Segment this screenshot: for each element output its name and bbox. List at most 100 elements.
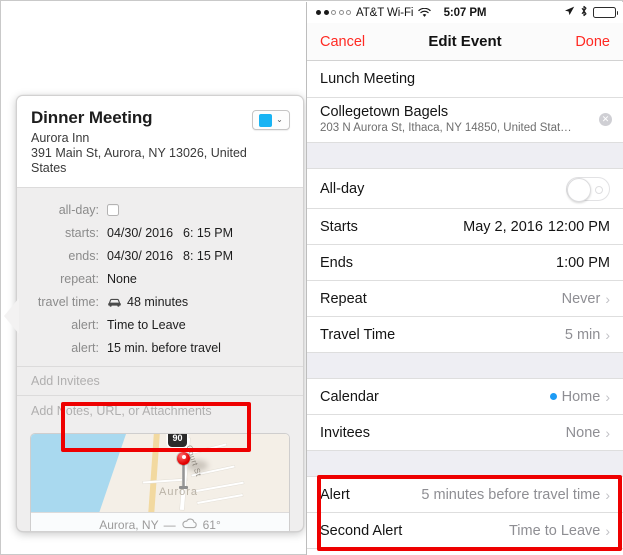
chevron-down-icon: ⌄	[276, 116, 283, 124]
field-row-ends[interactable]: ends: 04/30/ 2016 8: 15 PM	[17, 244, 303, 267]
map-footer: Aurora, NY — 61°	[31, 512, 289, 532]
map-canvas[interactable]: 90 Court St Aurora	[31, 434, 289, 512]
calendar-value-wrap[interactable]: Home ›	[550, 389, 610, 405]
ends-label: Ends	[320, 255, 353, 271]
invitees-value-wrap[interactable]: None ›	[566, 425, 610, 441]
field-label-alert-2: alert:	[31, 341, 107, 355]
event-title-value[interactable]: Lunch Meeting	[320, 71, 415, 87]
field-label-all-day: all-day:	[31, 203, 107, 217]
toggle-off-ring-icon	[595, 186, 603, 194]
repeat-label: Repeat	[320, 291, 367, 307]
clear-icon[interactable]: ✕	[599, 113, 612, 126]
second-alert-value[interactable]: Time to Leave	[509, 523, 600, 539]
event-fields: all-day: starts: 04/30/ 2016 6: 15 PM en…	[17, 188, 303, 366]
map-water-icon	[31, 434, 126, 512]
starts-date-value[interactable]: May 2, 2016	[463, 219, 543, 235]
repeat-value[interactable]: Never	[562, 291, 601, 307]
event-title[interactable]: Dinner Meeting	[31, 108, 289, 128]
alert-value-wrap[interactable]: 5 minutes before travel time ›	[421, 487, 610, 503]
chevron-right-icon: ›	[605, 390, 610, 404]
all-day-checkbox-wrap[interactable]	[107, 204, 119, 216]
all-day-label: All-day	[320, 181, 364, 197]
alert-value[interactable]: 5 minutes before travel time	[421, 487, 600, 503]
ends-value[interactable]: 1:00 PM	[556, 255, 610, 271]
section-gap	[307, 353, 623, 379]
alert-2-value[interactable]: 15 min. before travel	[107, 341, 221, 355]
chevron-right-icon: ›	[605, 292, 610, 306]
ends-date[interactable]: 04/30/ 2016	[107, 249, 183, 263]
travel-time-value-wrap[interactable]: 48 minutes	[107, 295, 188, 309]
ios-status-bar: AT&T Wi-Fi 5:07 PM	[307, 2, 623, 23]
location-arrow-icon	[564, 6, 575, 19]
repeat-row[interactable]: Repeat Never ›	[307, 281, 623, 317]
location-name-value[interactable]: Collegetown Bagels	[320, 103, 610, 121]
starts-time[interactable]: 6: 15 PM	[183, 226, 233, 240]
map-footer-temp: 61°	[203, 518, 221, 532]
event-location-input[interactable]: Collegetown Bagels 203 N Aurora St, Itha…	[307, 98, 623, 143]
ends-time-value[interactable]: 1:00 PM	[556, 255, 610, 271]
chevron-right-icon: ›	[605, 524, 610, 538]
map-pin-foot	[179, 486, 188, 489]
all-day-row[interactable]: All-day	[307, 169, 623, 209]
event-inspector-popover[interactable]: Dinner Meeting Aurora Inn 391 Main St, A…	[16, 95, 304, 532]
alert-label: Alert	[320, 487, 350, 503]
invitees-row[interactable]: Invitees None ›	[307, 415, 623, 451]
starts-time-value[interactable]: 12:00 PM	[548, 219, 610, 235]
battery-icon	[593, 7, 616, 18]
ends-row[interactable]: Ends 1:00 PM	[307, 245, 623, 281]
calendar-row[interactable]: Calendar Home ›	[307, 379, 623, 415]
travel-time-label: Travel Time	[320, 327, 395, 343]
status-bar-right-icons	[564, 5, 616, 20]
calendar-value[interactable]: Home	[562, 389, 601, 405]
starts-date[interactable]: 04/30/ 2016	[107, 226, 183, 240]
field-row-repeat[interactable]: repeat: None	[17, 267, 303, 290]
event-map[interactable]: 90 Court St Aurora Aurora, NY —	[30, 433, 290, 532]
all-day-toggle[interactable]	[566, 177, 610, 201]
field-row-travel-time[interactable]: travel time: 48 minutes	[17, 290, 303, 313]
field-row-alert-1[interactable]: alert: Time to Leave	[17, 313, 303, 336]
second-alert-value-wrap[interactable]: Time to Leave ›	[509, 523, 610, 539]
invitees-label: Invitees	[320, 425, 370, 441]
location-address-value[interactable]: 203 N Aurora St, Ithaca, NY 14850, Unite…	[320, 121, 610, 136]
chevron-right-icon: ›	[605, 426, 610, 440]
travel-time-value[interactable]: 48 minutes	[127, 295, 188, 309]
second-alert-row[interactable]: Second Alert Time to Leave ›	[307, 513, 623, 549]
map-highway-icon	[148, 434, 160, 512]
repeat-value[interactable]: None	[107, 272, 137, 286]
alert-row[interactable]: Alert 5 minutes before travel time ›	[307, 477, 623, 513]
done-button[interactable]: Done	[575, 34, 610, 50]
field-row-alert-2[interactable]: alert: 15 min. before travel	[17, 336, 303, 359]
travel-time-row[interactable]: Travel Time 5 min ›	[307, 317, 623, 353]
travel-time-value-wrap[interactable]: 5 min ›	[565, 327, 610, 343]
invitees-value[interactable]: None	[566, 425, 601, 441]
add-invitees-field[interactable]: Add Invitees	[17, 367, 303, 396]
repeat-value-wrap[interactable]: Never ›	[562, 291, 610, 307]
list-bottom-filler	[307, 549, 623, 555]
field-label-ends: ends:	[31, 249, 107, 263]
ends-time[interactable]: 8: 15 PM	[183, 249, 233, 263]
field-row-starts[interactable]: starts: 04/30/ 2016 6: 15 PM	[17, 221, 303, 244]
ends-value[interactable]: 04/30/ 2016 8: 15 PM	[107, 249, 233, 263]
starts-row[interactable]: Starts May 2, 2016 12:00 PM	[307, 209, 623, 245]
screenshot-root: Dinner Meeting Aurora Inn 391 Main St, A…	[0, 0, 623, 555]
travel-time-value[interactable]: 5 min	[565, 327, 600, 343]
alert-1-value[interactable]: Time to Leave	[107, 318, 186, 332]
starts-value[interactable]: 04/30/ 2016 6: 15 PM	[107, 226, 233, 240]
event-location-name[interactable]: Aurora Inn	[31, 131, 289, 146]
field-label-travel-time: travel time:	[31, 295, 107, 309]
field-label-repeat: repeat:	[31, 272, 107, 286]
car-icon	[107, 297, 122, 307]
field-label-starts: starts:	[31, 226, 107, 240]
event-location-address[interactable]: 391 Main St, Aurora, NY 13026, United St…	[31, 146, 249, 176]
toggle-knob[interactable]	[567, 178, 591, 202]
field-row-all-day[interactable]: all-day:	[17, 198, 303, 221]
event-title-input[interactable]: Lunch Meeting	[307, 61, 623, 98]
calendar-color-picker[interactable]: ⌄	[252, 110, 290, 130]
starts-value[interactable]: May 2, 2016 12:00 PM	[463, 219, 610, 235]
map-pin-icon[interactable]	[177, 452, 190, 465]
all-day-checkbox[interactable]	[107, 204, 119, 216]
calendar-color-dot-icon	[550, 393, 557, 400]
popover-tail	[4, 298, 19, 334]
popover-placeholders: Add Invitees Add Notes, URL, or Attachme…	[17, 366, 303, 425]
add-notes-field[interactable]: Add Notes, URL, or Attachments	[17, 396, 303, 425]
